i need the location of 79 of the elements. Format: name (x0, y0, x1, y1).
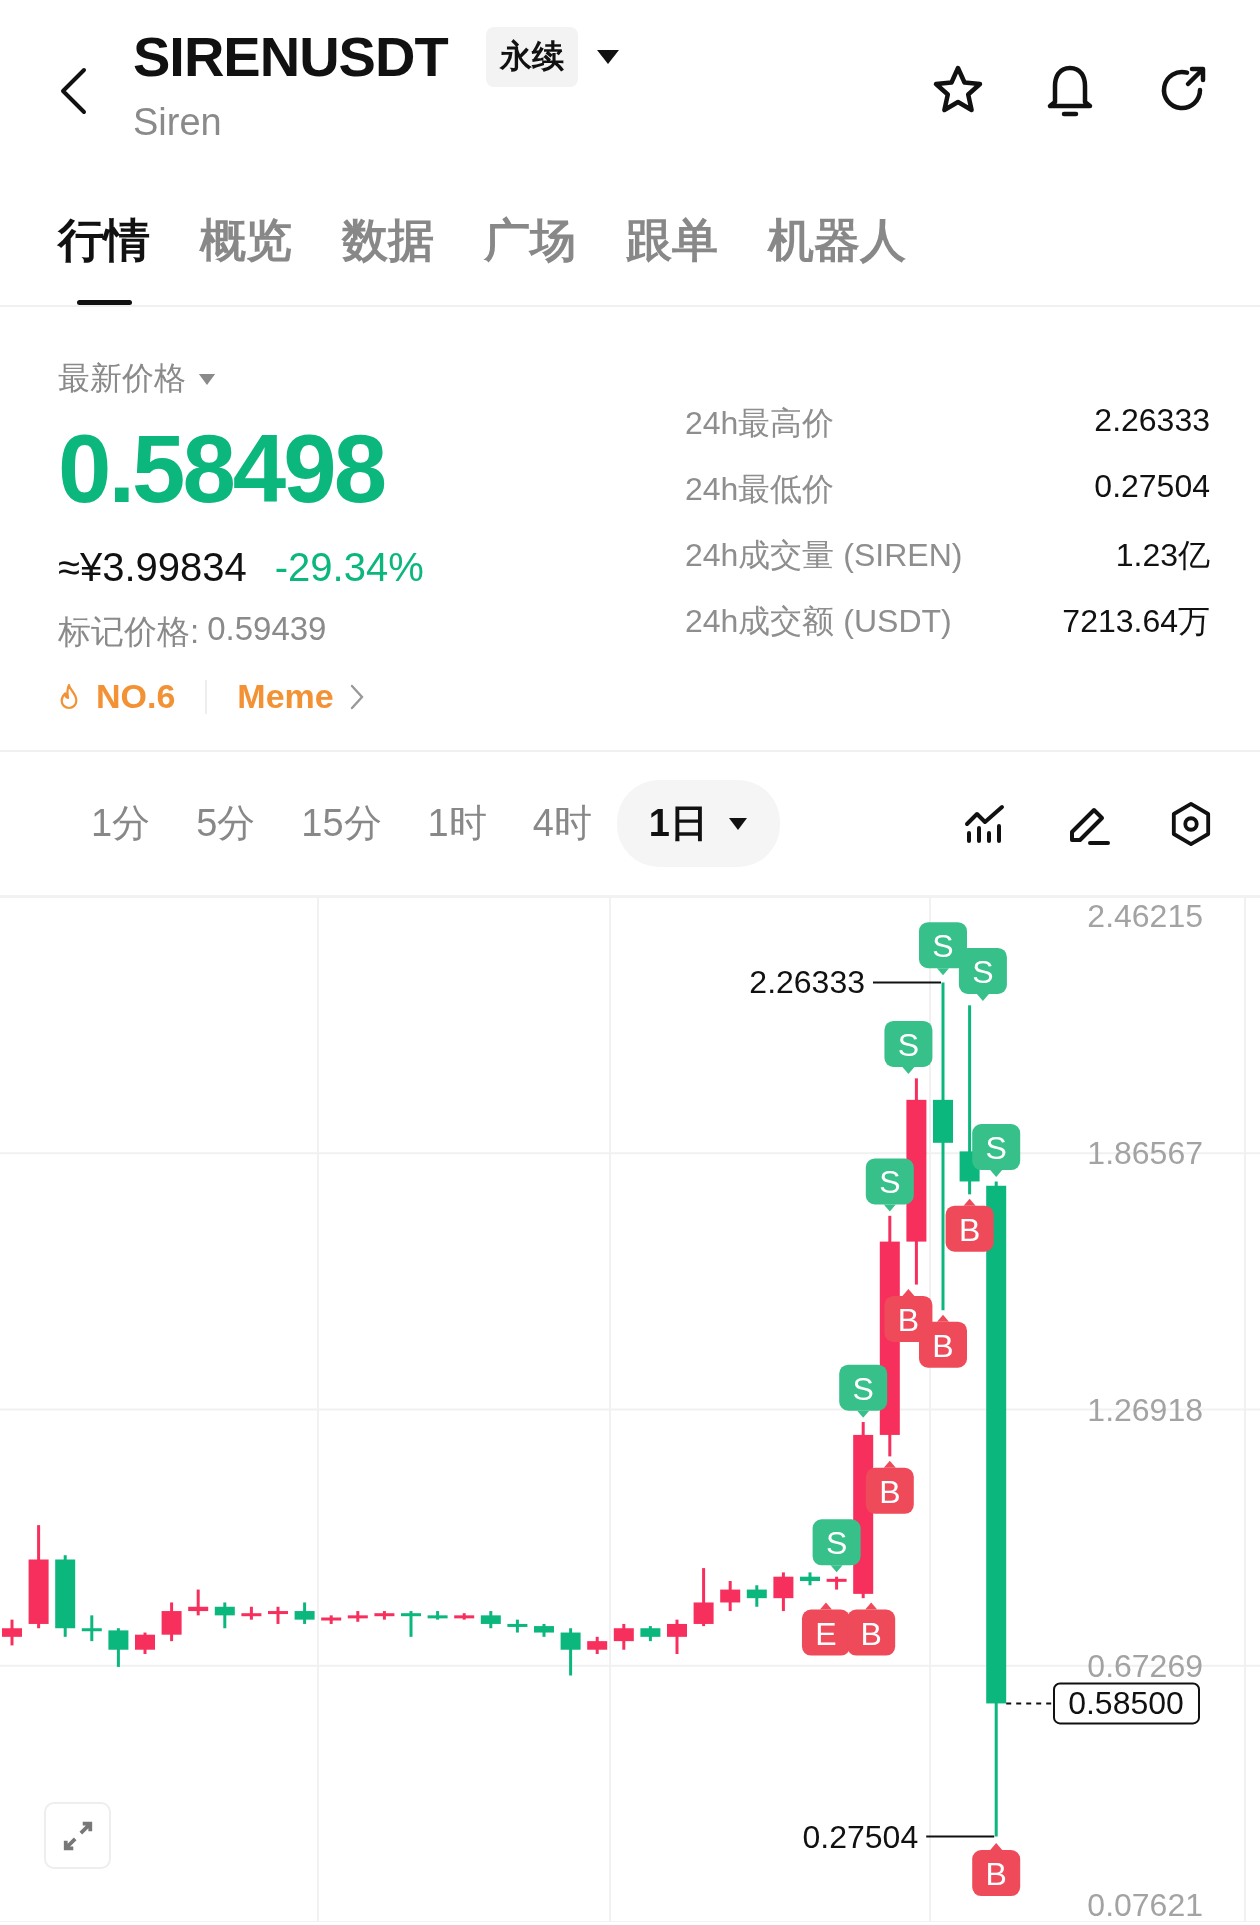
rank-link[interactable]: NO.6 (96, 677, 176, 716)
expand-button[interactable] (44, 1802, 111, 1869)
stat-value: 1.23亿 (1114, 536, 1210, 575)
stat-label: 24h成交额 (USDT) (685, 602, 953, 641)
candlestick (294, 1602, 315, 1624)
interval-tab[interactable]: 15分 (280, 780, 403, 867)
candlestick (241, 1606, 262, 1620)
last-price: 0.58498 (58, 421, 386, 517)
chevron-right-icon[interactable] (349, 683, 364, 710)
axis-label: 0.07621 (1087, 1887, 1203, 1922)
tab[interactable]: 概览 (200, 180, 292, 305)
axis-label: 0.67269 (1087, 1647, 1203, 1684)
mark-price: 0.59439 (207, 610, 327, 649)
mark-price-label: 标记价格: (58, 612, 200, 652)
candlestick (587, 1636, 608, 1654)
candlestick (401, 1611, 421, 1637)
leader-line (1005, 1702, 1053, 1705)
candlestick (135, 1632, 155, 1654)
stat-label: 24h最高价 (685, 404, 836, 443)
category-link[interactable]: Meme (237, 677, 334, 716)
settings-icon[interactable] (1170, 800, 1212, 847)
axis-label: 2.46215 (1087, 898, 1203, 934)
candlestick (480, 1611, 501, 1629)
candlestick (746, 1585, 767, 1607)
candlestick (188, 1589, 209, 1616)
back-icon[interactable] (58, 66, 88, 116)
stat-value: 0.27504 (1093, 468, 1210, 506)
interval-tab[interactable]: 1日 (616, 780, 780, 867)
candlestick (161, 1602, 182, 1642)
tab[interactable]: 数据 (342, 180, 434, 305)
candlestick (321, 1615, 342, 1624)
price-change: -29.34% (274, 545, 424, 590)
price-label: 最新价格 (58, 359, 186, 398)
candlestick (81, 1615, 102, 1642)
interval-tab[interactable]: 1分 (70, 780, 172, 867)
contract-type-badge[interactable]: 永续 (485, 26, 578, 87)
interval-tab[interactable]: 1时 (406, 780, 508, 867)
candlestick (613, 1623, 634, 1650)
candlestick (773, 1572, 794, 1612)
price-annotation: 0.27504 (802, 1818, 919, 1855)
candlestick (720, 1581, 741, 1612)
candlestick (800, 1572, 820, 1586)
candlestick (507, 1619, 528, 1633)
tab[interactable]: 跟单 (626, 180, 718, 305)
candlestick (826, 1576, 847, 1590)
candlestick (534, 1623, 554, 1637)
leader-line (925, 1835, 996, 1838)
stat-value: 2.26333 (1093, 402, 1210, 440)
stat-label: 24h最低价 (685, 470, 836, 509)
tab[interactable]: 机器人 (768, 180, 906, 305)
candlestick (214, 1602, 235, 1629)
candlestick (667, 1619, 687, 1654)
caret-icon[interactable] (728, 816, 748, 831)
stat-value: 7213.64万 (1062, 602, 1210, 641)
candlestick (2, 1619, 22, 1646)
price-annotation: 2.26333 (749, 964, 865, 1001)
candlestick (347, 1611, 368, 1622)
candlestick (427, 1611, 448, 1620)
tab[interactable]: 行情 (58, 180, 150, 305)
candlestick (560, 1628, 581, 1676)
current-price-tag: 0.58500 (1053, 1682, 1200, 1725)
candlestick (108, 1628, 129, 1667)
candlestick (454, 1613, 475, 1620)
axis-label: 1.26918 (1087, 1391, 1203, 1428)
stat-label: 24h成交量 (SIREN) (685, 536, 964, 575)
candlestick (693, 1568, 714, 1627)
leader-line (872, 981, 942, 984)
interval-tab[interactable]: 4时 (511, 780, 613, 867)
candlestick (640, 1626, 661, 1642)
axis-label: 1.86567 (1087, 1135, 1203, 1172)
flame-icon (58, 682, 80, 711)
cny-price: ≈¥3.99834 (58, 545, 247, 590)
interval-tab[interactable]: 5分 (175, 780, 277, 867)
coin-name: Siren (133, 101, 223, 144)
symbol-title: SIRENUSDT (133, 24, 448, 89)
candlestick (268, 1606, 288, 1624)
tab[interactable]: 广场 (484, 180, 576, 305)
candlestick (374, 1611, 395, 1620)
caret-icon[interactable] (595, 48, 620, 65)
